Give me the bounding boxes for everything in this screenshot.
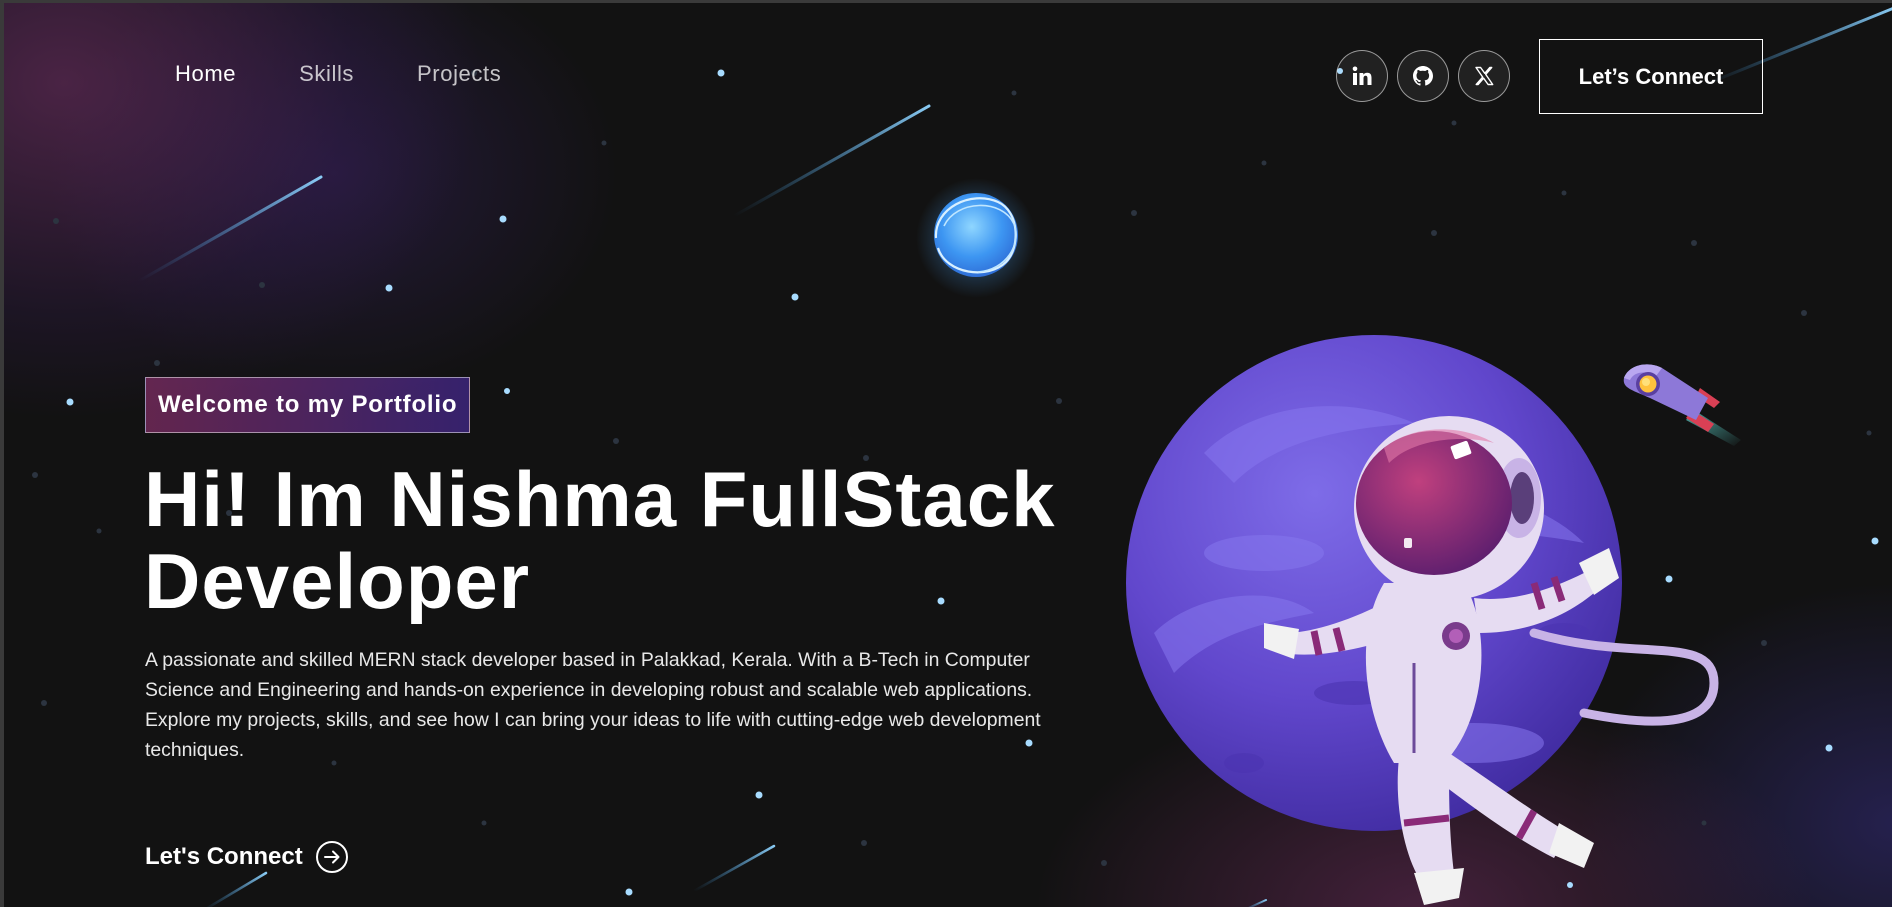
lets-connect-button[interactable]: Let’s Connect (1539, 39, 1763, 114)
portfolio-page: Home Skills Projects Let’s Connect Welco… (0, 0, 1892, 907)
intro-paragraph: A passionate and skilled MERN stack deve… (145, 649, 1041, 761)
welcome-tagline: Welcome to my Portfolio (145, 377, 471, 433)
social-links (1336, 50, 1510, 102)
lets-connect-link[interactable]: Let's Connect (145, 840, 349, 874)
glowing-planet-illustration (916, 178, 1036, 298)
headline-line-1: Hi! Im Nishma FullStack (144, 455, 1056, 543)
github-link[interactable] (1397, 50, 1449, 102)
x-link[interactable] (1458, 50, 1510, 102)
nav-link-projects[interactable]: Projects (417, 61, 501, 87)
hero-headline: Hi! Im Nishma FullStack Developer (144, 458, 1104, 622)
astronaut-planet-illustration (1126, 335, 1719, 905)
main-nav: Home Skills Projects (175, 61, 501, 87)
cta-label: Let's Connect (145, 843, 303, 870)
headline-line-2: Developer (144, 537, 531, 625)
linkedin-link[interactable] (1336, 50, 1388, 102)
linkedin-icon (1352, 66, 1372, 85)
nav-link-home[interactable]: Home (175, 61, 236, 87)
arrow-right-circle-icon (315, 840, 349, 874)
github-icon (1413, 66, 1433, 86)
x-icon (1475, 66, 1494, 86)
nav-link-skills[interactable]: Skills (299, 61, 354, 87)
